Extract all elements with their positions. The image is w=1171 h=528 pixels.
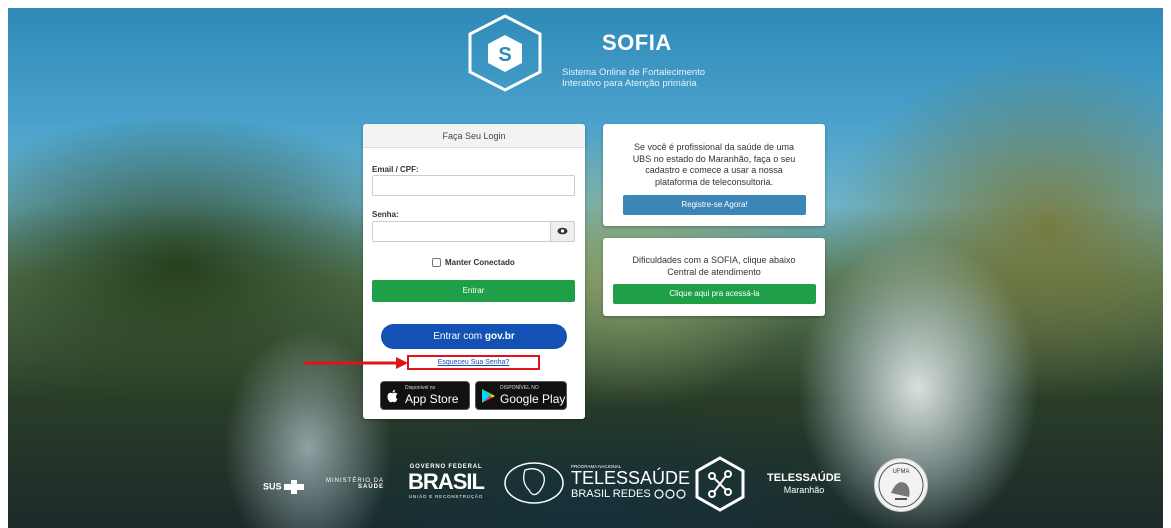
support-button[interactable]: Clique aqui pra acessá-la — [613, 284, 816, 304]
google-play-small: DISPONÍVEL NO — [500, 385, 539, 391]
ministerio-saude-logo: MINISTÉRIO DA SAÚDE — [322, 478, 384, 490]
brand-name: SOFIA — [602, 30, 672, 55]
app-store-label: App Store — [405, 392, 459, 406]
network-hexagon-logo — [695, 456, 745, 512]
forgot-password-link[interactable]: Esqueceu Sua Senha? — [409, 357, 538, 368]
ufma-seal-emblem: UFMA — [878, 462, 924, 508]
telessaude-maranhao-logo: TELESSAÚDE Maranhão — [764, 472, 844, 496]
brand-tagline: Sistema Online de Fortalecimento Interat… — [562, 67, 752, 89]
govbr-login-button[interactable]: Entrar com gov.br — [381, 324, 567, 349]
remember-label: Manter Conectado — [445, 258, 515, 267]
remember-checkbox[interactable] — [432, 258, 441, 267]
register-text-line-4: plataforma de teleconsultoria. — [654, 176, 774, 187]
sus-cross-icon — [284, 480, 305, 494]
brasil-redes-line: BRASIL REDES — [571, 488, 690, 500]
login-title: Faça Seu Login — [363, 124, 585, 148]
google-play-badge[interactable]: DISPONÍVEL NO Google Play — [475, 381, 567, 410]
password-input[interactable] — [372, 221, 575, 242]
support-card: Dificuldades com a SOFIA, clique abaixo … — [603, 238, 825, 316]
globe-logo — [504, 462, 564, 504]
register-text-line-2: UBS no estado do Maranhão, faça o seu — [632, 153, 796, 164]
support-text-line-1: Dificuldades com a SOFIA, clique abaixo — [632, 255, 796, 265]
brasil-text: BRASIL — [408, 469, 485, 494]
ufma-text: UFMA — [893, 469, 910, 475]
register-text-line-1: Se você é profissional da saúde de uma — [633, 142, 795, 152]
tagline-line-1: Sistema Online de Fortalecimento — [562, 67, 706, 78]
partner-logos: SUS MINISTÉRIO DA SAÚDE GOVERNO FEDERAL … — [0, 456, 1171, 516]
login-panel: Faça Seu Login Email / CPF: Senha: Mante… — [363, 124, 585, 419]
email-label: Email / CPF: — [372, 165, 419, 174]
app-store-badge[interactable]: Disponível no App Store — [380, 381, 470, 410]
sofia-hexagon-logo: S — [468, 14, 542, 92]
register-button[interactable]: Registre-se Agora! — [623, 195, 806, 215]
telessaude-text: TELESSAÚDE — [571, 468, 691, 488]
login-button[interactable]: Entrar — [372, 280, 575, 302]
google-play-icon — [482, 389, 495, 403]
google-play-label: Google Play — [500, 392, 566, 406]
register-text: Se você é profissional da saúde de uma U… — [603, 124, 825, 188]
support-text: Dificuldades com a SOFIA, clique abaixo … — [603, 238, 825, 278]
sus-logo: SUS — [263, 480, 305, 494]
rings-icon — [654, 489, 686, 499]
app-store-small: Disponível no — [405, 385, 436, 391]
email-input[interactable] — [372, 175, 575, 196]
tagline-line-2: Interativo para Atenção primária — [562, 78, 697, 89]
remember-me[interactable]: Manter Conectado — [432, 258, 515, 267]
register-card: Se você é profissional da saúde de uma U… — [603, 124, 825, 226]
ufma-seal: UFMA — [874, 458, 928, 512]
brand-header: S SOFIA Sistema Online de Fortalecimento… — [464, 13, 764, 93]
password-label: Senha: — [372, 210, 399, 219]
ministerio-line-2: SAÚDE — [357, 484, 384, 490]
support-text-line-2: Central de atendimento — [667, 266, 761, 277]
govbr-prefix: Entrar com — [433, 331, 485, 342]
govbr-brand: gov.br — [484, 331, 515, 342]
red-arrow-annotation — [304, 357, 408, 369]
brasil-redes-text: BRASIL REDES — [571, 488, 651, 500]
telessaude-ma-line-2: Maranhão — [783, 485, 825, 495]
governo-federal-logo: GOVERNO FEDERAL BRASIL UNIÃO E RECONSTRU… — [400, 464, 492, 499]
apple-icon — [387, 389, 398, 403]
telessaude-brasil-redes-logo: PROGRAMA NACIONAL TELESSAÚDE BRASIL REDE… — [571, 464, 690, 500]
telessaude-ma-line-1: TELESSAÚDE — [767, 472, 841, 484]
show-password-button[interactable] — [550, 222, 574, 241]
forgot-password-highlight: Esqueceu Sua Senha? — [407, 355, 540, 370]
register-text-line-3: cadastro e comece a usar a nossa — [645, 165, 783, 175]
uniao-text: UNIÃO E RECONSTRUÇÃO — [408, 494, 483, 499]
eye-icon — [557, 227, 568, 235]
logo-letter: S — [498, 44, 511, 66]
sus-text: SUS — [263, 481, 282, 492]
